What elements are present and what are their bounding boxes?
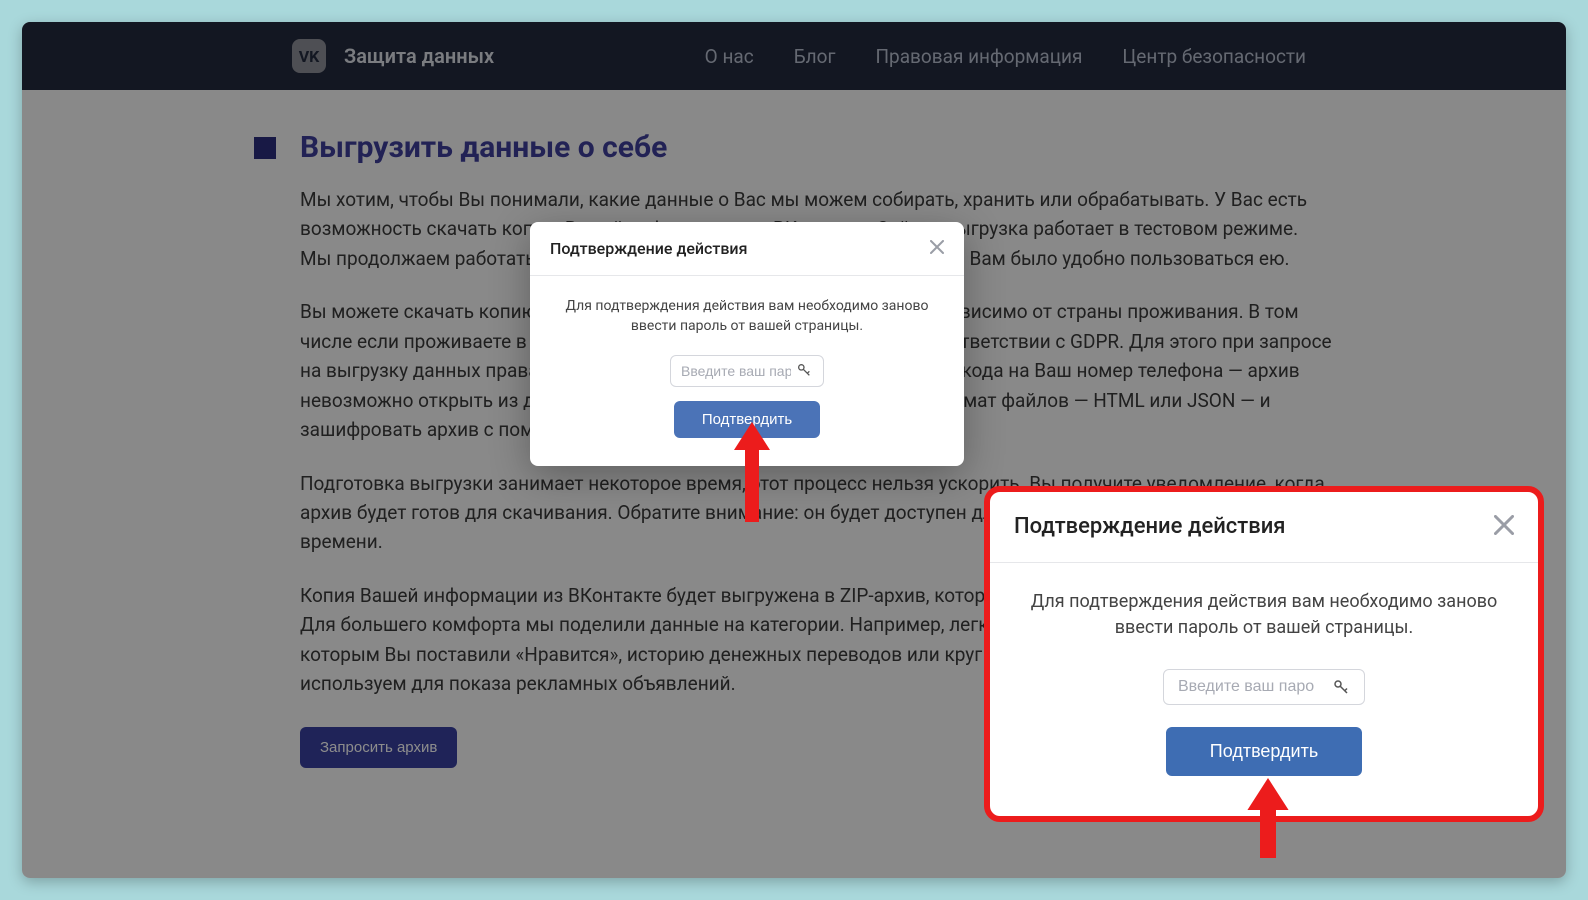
password-input[interactable] [681,363,791,379]
modal-title-big: Подтверждение действия [1014,514,1286,539]
close-icon-big[interactable] [1494,512,1514,542]
modal-title: Подтверждение действия [550,239,747,258]
modal-message: Для подтверждения действия вам необходим… [558,296,936,337]
confirm-modal-big: Подтверждение действия Для подтверждения… [984,486,1544,822]
key-icon [795,362,813,380]
page-container: VK Защита данных О нас Блог Правовая инф… [22,22,1566,878]
key-icon-big [1332,678,1350,696]
confirm-button-big[interactable]: Подтвердить [1166,727,1362,776]
annotation-arrow-big [1245,778,1291,858]
modal-header: Подтверждение действия [530,222,964,276]
password-input-big[interactable] [1178,678,1328,696]
modal-message-big: Для подтверждения действия вам необходим… [1030,589,1498,641]
annotation-arrow-small [732,422,772,522]
password-input-wrap[interactable] [670,355,824,387]
password-input-wrap-big[interactable] [1163,669,1365,705]
modal-header-big: Подтверждение действия [990,492,1538,563]
close-icon[interactable] [930,238,944,259]
